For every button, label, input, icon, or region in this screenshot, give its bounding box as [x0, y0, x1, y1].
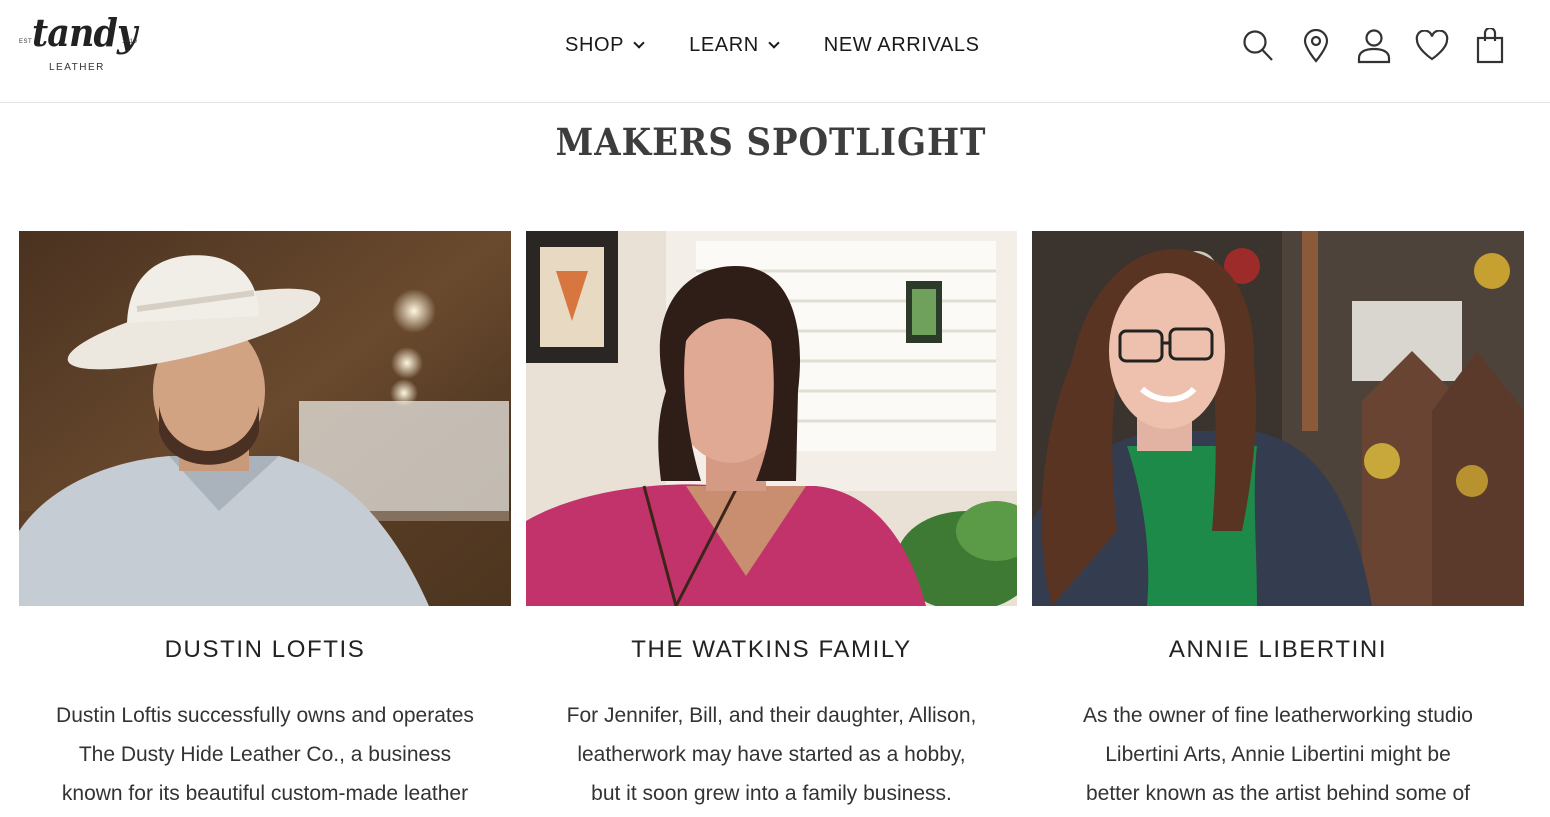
nav-new-arrivals-label: NEW ARRIVALS — [823, 33, 980, 56]
description-line: better known as the artist behind some o… — [1085, 782, 1471, 805]
maker-card-annie-libertini: ANNIE LIBERTINI As the owner of fine lea… — [1032, 231, 1524, 813]
header-icons — [1238, 24, 1510, 68]
nav-learn-label: LEARN — [689, 33, 759, 56]
search-icon[interactable] — [1238, 24, 1278, 68]
chevron-down-icon — [633, 36, 645, 49]
maker-photo[interactable] — [19, 231, 511, 606]
wishlist-heart-icon[interactable] — [1412, 24, 1452, 68]
logo-est: EST — [19, 39, 33, 45]
nav-learn[interactable]: LEARN — [689, 31, 780, 59]
maker-description: Dustin Loftis successfully owns and oper… — [19, 696, 511, 813]
logo-subtitle: LEATHER — [49, 62, 105, 73]
maker-name[interactable]: ANNIE LIBERTINI — [1032, 636, 1524, 664]
shopping-bag-icon[interactable] — [1470, 24, 1510, 68]
description-line: leatherwork may have started as a hobby, — [577, 743, 966, 766]
nav-shop[interactable]: SHOP — [565, 31, 645, 59]
maker-name[interactable]: DUSTIN LOFTIS — [19, 636, 511, 664]
site-header: EST tandy 1919 LEATHER SHOP LEARN NEW AR… — [0, 0, 1550, 103]
logo-wordmark: tandy — [32, 10, 137, 55]
description-line: As the owner of fine leatherworking stud… — [1083, 704, 1473, 727]
description-line: Libertini Arts, Annie Libertini might be — [1105, 743, 1451, 766]
nav-shop-label: SHOP — [565, 33, 625, 56]
maker-description: As the owner of fine leatherworking stud… — [1032, 696, 1524, 813]
description-line: The Dusty Hide Leather Co., a business — [78, 743, 452, 766]
maker-photo[interactable] — [526, 231, 1017, 606]
nav-new-arrivals[interactable]: NEW ARRIVALS — [824, 31, 980, 59]
description-line: known for its beautiful custom-made leat… — [61, 782, 469, 805]
maker-name[interactable]: THE WATKINS FAMILY — [526, 636, 1017, 664]
tandy-leather-logo[interactable]: EST tandy 1919 LEATHER — [16, 10, 144, 80]
chevron-down-icon — [768, 36, 780, 49]
maker-photo[interactable] — [1032, 231, 1524, 606]
maker-card-watkins-family: THE WATKINS FAMILY For Jennifer, Bill, a… — [526, 231, 1017, 813]
location-pin-icon[interactable] — [1296, 24, 1336, 68]
maker-description: For Jennifer, Bill, and their daughter, … — [526, 696, 1017, 813]
main-nav: SHOP LEARN NEW ARRIVALS — [565, 31, 980, 59]
account-icon[interactable] — [1354, 24, 1394, 68]
description-line: For Jennifer, Bill, and their daughter, … — [566, 704, 977, 727]
logo-year: 1919 — [122, 39, 138, 45]
section-title: MAKERS SPOTLIGHT — [555, 120, 987, 164]
description-line: but it soon grew into a family business. — [591, 782, 952, 805]
maker-card-dustin-loftis: DUSTIN LOFTIS Dustin Loftis successfully… — [19, 231, 511, 813]
description-line: Dustin Loftis successfully owns and oper… — [56, 704, 474, 727]
